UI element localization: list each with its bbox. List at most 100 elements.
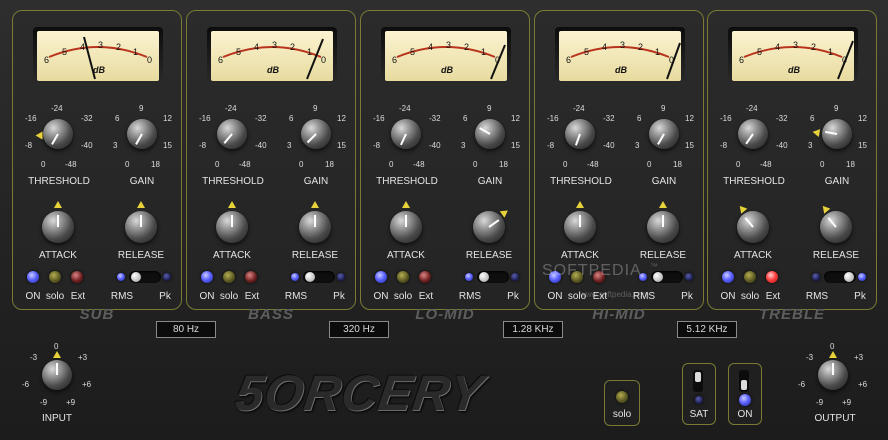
- band-ext-led[interactable]: [245, 271, 257, 283]
- threshold-tick: -16: [547, 114, 559, 123]
- gain-tick: 15: [858, 141, 867, 150]
- attack-knob[interactable]: [216, 211, 248, 243]
- crossover-freq-sub-bass[interactable]: 80 Hz: [156, 321, 216, 338]
- on-label: ON: [199, 291, 215, 302]
- input-label: INPUT: [42, 413, 72, 424]
- release-knob[interactable]: [125, 211, 157, 243]
- vu-meter-face: 6 5 4 3 2 1 0 dB: [211, 31, 333, 81]
- pk-led: [163, 273, 171, 281]
- gain-tick: 3: [113, 141, 118, 150]
- input-indicator-icon: [53, 351, 61, 358]
- output-knob[interactable]: [818, 360, 848, 390]
- solo-label: solo: [45, 291, 65, 302]
- gain-knob[interactable]: [127, 119, 157, 149]
- on-label: ON: [547, 291, 563, 302]
- gain-knob[interactable]: [822, 119, 852, 149]
- release-label: RELEASE: [639, 250, 687, 261]
- threshold-tick: -16: [199, 114, 211, 123]
- sorcery-logo: 5ORCERY: [232, 365, 488, 421]
- meter-tick-4: 4: [602, 42, 607, 52]
- threshold-knob[interactable]: [391, 119, 421, 149]
- threshold-tick: -16: [25, 114, 37, 123]
- threshold-tick: -32: [603, 114, 615, 123]
- gain-tick: 0: [820, 160, 825, 169]
- attack-label: ATTACK: [734, 250, 772, 261]
- threshold-label: THRESHOLD: [202, 176, 264, 187]
- release-knob[interactable]: [820, 211, 852, 243]
- threshold-indicator-icon: [35, 131, 43, 140]
- sat-toggle[interactable]: [693, 370, 703, 392]
- pk-led: [337, 273, 345, 281]
- input-knob[interactable]: [42, 360, 72, 390]
- crossover-freq-bass-lomid[interactable]: 320 Hz: [329, 321, 389, 338]
- rms-pk-switch[interactable]: [824, 271, 856, 283]
- rms-pk-switch[interactable]: [303, 271, 335, 283]
- band-on-led[interactable]: [27, 271, 39, 283]
- meter-unit: dB: [615, 65, 627, 75]
- threshold-knob[interactable]: [217, 119, 247, 149]
- output-tick: +3: [854, 353, 864, 362]
- ext-label: Ext: [244, 291, 260, 302]
- master-solo-label: solo: [612, 409, 632, 420]
- band-ext-led[interactable]: [766, 271, 778, 283]
- output-tick: -3: [806, 353, 814, 362]
- band-solo-led[interactable]: [744, 271, 756, 283]
- gain-knob[interactable]: [301, 119, 331, 149]
- threshold-knob[interactable]: [738, 119, 768, 149]
- band-lo-mid: 6 5 4 3 2 1 0 dB -24 -16 -32 -8 -40 0 -4…: [360, 10, 530, 310]
- output-tick: +9: [842, 398, 852, 407]
- pk-led: [685, 273, 693, 281]
- pk-label: Pk: [333, 291, 345, 302]
- threshold-knob[interactable]: [43, 119, 73, 149]
- sat-led: [695, 396, 703, 404]
- gain-tick: 12: [685, 114, 694, 123]
- gain-label: GAIN: [303, 176, 329, 187]
- band-on-led[interactable]: [201, 271, 213, 283]
- band-solo-led[interactable]: [397, 271, 409, 283]
- release-knob[interactable]: [647, 211, 679, 243]
- input-tick: 0: [54, 342, 59, 351]
- vu-meter: 6 5 4 3 2 1 0 dB: [207, 27, 337, 85]
- gain-tick: 3: [635, 141, 640, 150]
- meter-tick-4: 4: [254, 42, 259, 52]
- band-bass: 6 5 4 3 2 1 0 dB -24 -16 -32 -8 -40 0 -4…: [186, 10, 356, 310]
- meter-tick-6: 6: [44, 55, 49, 65]
- vu-meter-face: 6 5 4 3 2 1 0 dB: [37, 31, 159, 81]
- master-on-led: [739, 394, 751, 406]
- rms-pk-switch[interactable]: [651, 271, 683, 283]
- band-solo-led[interactable]: [49, 271, 61, 283]
- vu-meter: 6 5 4 3 2 1 0 dB: [33, 27, 163, 85]
- meter-tick-1: 1: [655, 47, 660, 57]
- threshold-tick: 0: [389, 160, 394, 169]
- attack-knob[interactable]: [42, 211, 74, 243]
- band-solo-led[interactable]: [223, 271, 235, 283]
- threshold-knob[interactable]: [565, 119, 595, 149]
- attack-indicator-icon: [576, 201, 584, 208]
- attack-knob[interactable]: [737, 211, 769, 243]
- band-ext-led[interactable]: [419, 271, 431, 283]
- gain-tick: 18: [499, 160, 508, 169]
- release-knob[interactable]: [473, 211, 505, 243]
- sat-panel: SAT: [682, 363, 716, 425]
- crossover-freq-lomid-himid[interactable]: 1.28 KHz: [503, 321, 563, 338]
- master-on-toggle[interactable]: [739, 370, 749, 392]
- gain-tick: 12: [337, 114, 346, 123]
- rms-label: RMS: [110, 291, 134, 302]
- master-solo-led[interactable]: [616, 391, 628, 403]
- release-knob[interactable]: [299, 211, 331, 243]
- attack-indicator-icon: [54, 201, 62, 208]
- rms-pk-switch[interactable]: [129, 271, 161, 283]
- band-on-led[interactable]: [722, 271, 734, 283]
- meter-tick-1: 1: [481, 47, 486, 57]
- band-on-led[interactable]: [375, 271, 387, 283]
- rms-pk-switch[interactable]: [477, 271, 509, 283]
- gain-knob[interactable]: [649, 119, 679, 149]
- threshold-tick: -8: [373, 141, 381, 150]
- threshold-tick: -48: [760, 160, 772, 169]
- crossover-freq-himid-treble[interactable]: 5.12 KHz: [677, 321, 737, 338]
- attack-knob[interactable]: [564, 211, 596, 243]
- band-ext-led[interactable]: [71, 271, 83, 283]
- gain-knob[interactable]: [475, 119, 505, 149]
- sat-label: SAT: [689, 409, 709, 420]
- attack-knob[interactable]: [390, 211, 422, 243]
